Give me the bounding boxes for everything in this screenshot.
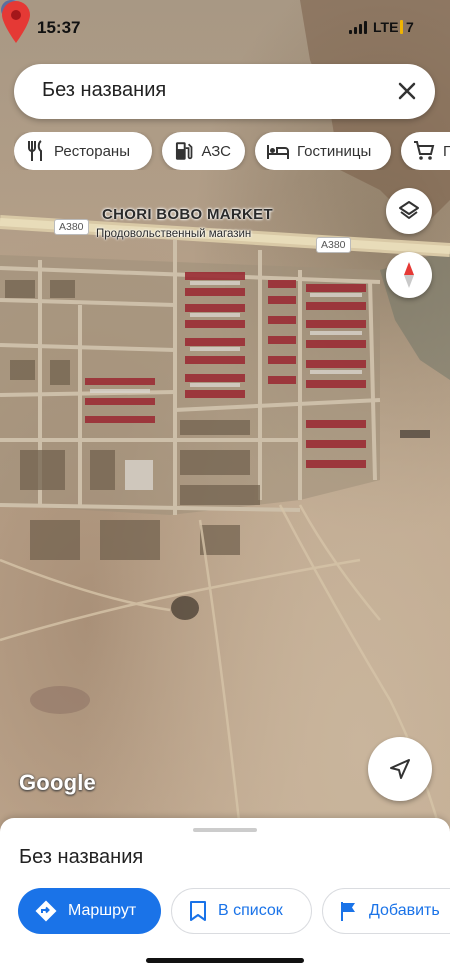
google-logo: Google <box>19 770 96 795</box>
layers-icon <box>399 201 419 219</box>
restaurant-icon <box>28 140 42 161</box>
shopping-cart-icon <box>414 141 435 160</box>
battery-icon <box>400 20 403 34</box>
search-bar[interactable]: Без названия <box>14 64 435 119</box>
home-indicator[interactable] <box>146 958 304 963</box>
cellular-signal-icon <box>349 20 369 34</box>
chip-label: Рестораны <box>54 142 130 160</box>
save-to-list-button[interactable]: В список <box>171 888 312 934</box>
flag-icon <box>341 902 355 921</box>
layers-button[interactable] <box>386 188 432 234</box>
chip-shopping[interactable]: П <box>401 132 450 170</box>
battery-indicator: 7 <box>400 19 414 35</box>
close-icon[interactable] <box>393 77 421 105</box>
compass-button[interactable] <box>386 252 432 298</box>
map-imagery <box>0 0 450 830</box>
chip-restaurants[interactable]: Рестораны <box>14 132 152 170</box>
status-time: 15:37 <box>37 18 81 37</box>
compass-icon <box>404 262 414 288</box>
poi-name-label[interactable]: CHORI BOBO MARKET <box>102 206 273 223</box>
satellite-map[interactable]: A380 A380 CHORI BOBO MARKET Продовольств… <box>0 0 450 830</box>
add-place-button[interactable]: Добавить <box>322 888 450 934</box>
network-type: LTE <box>373 19 399 35</box>
my-location-button[interactable] <box>368 737 432 801</box>
my-location-icon <box>390 759 410 779</box>
chip-gas-stations[interactable]: АЗС <box>162 132 245 170</box>
battery-percent: 7 <box>406 19 414 35</box>
directions-icon <box>35 900 57 922</box>
place-bottom-sheet[interactable]: Без названия Маршрут В список Добавить <box>0 818 450 973</box>
directions-label: Маршрут <box>68 902 137 919</box>
road-shield: A380 <box>54 219 89 235</box>
directions-button[interactable]: Маршрут <box>18 888 161 934</box>
sheet-drag-handle[interactable] <box>193 828 257 832</box>
chip-label: Гостиницы <box>297 142 372 160</box>
gas-station-icon <box>175 142 193 160</box>
save-to-list-label: В список <box>218 902 283 919</box>
add-place-label: Добавить <box>369 902 440 919</box>
chip-label: АЗС <box>201 142 231 160</box>
hotel-icon <box>267 145 289 159</box>
search-query-text[interactable]: Без названия <box>42 79 166 102</box>
poi-category-label[interactable]: Продовольственный магазин <box>96 228 251 240</box>
category-chips: Рестораны АЗС Гостиницы П <box>14 132 450 170</box>
chip-label: П <box>443 142 450 160</box>
chip-hotels[interactable]: Гостиницы <box>255 132 391 170</box>
status-bar: 15:37 LTE 7 <box>0 0 450 56</box>
place-title: Без названия <box>19 846 144 868</box>
bookmark-icon <box>190 901 206 921</box>
road-shield: A380 <box>316 237 351 253</box>
